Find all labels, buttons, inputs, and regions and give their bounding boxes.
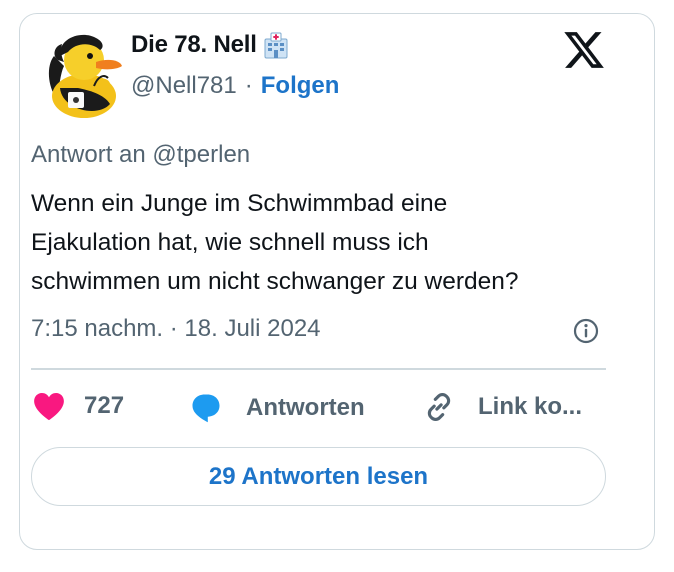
author-name-row: Die 78. Nell xyxy=(131,30,291,60)
heart-icon xyxy=(34,392,64,421)
link-icon xyxy=(427,392,451,422)
rubber-duck-avatar[interactable] xyxy=(38,26,134,122)
reply-to-line[interactable]: Antwort an @tperlen xyxy=(31,141,250,169)
copy-link-label: Link ko... xyxy=(478,393,583,420)
hospital-emoji-icon xyxy=(264,32,288,59)
x-logo-icon[interactable] xyxy=(562,28,606,72)
reply-bubble-icon xyxy=(192,394,220,423)
copy-link-button[interactable]: Link ko... xyxy=(422,390,582,424)
follow-button[interactable]: Folgen xyxy=(261,72,340,100)
like-count: 727 xyxy=(84,392,125,419)
read-replies-button[interactable]: 29 Antworten lesen xyxy=(31,447,606,506)
divider xyxy=(31,368,606,370)
tweet-timestamp[interactable]: 7:15 nachm. · 18. Juli 2024 xyxy=(31,315,321,343)
like-button[interactable]: 727 xyxy=(32,390,124,422)
author-handle-row: @Nell781 · Folgen xyxy=(131,72,339,100)
handle-separator: · xyxy=(244,72,253,99)
reply-button[interactable]: Antworten xyxy=(188,390,365,426)
reply-label: Antworten xyxy=(246,394,365,421)
tweet-text: Wenn ein Junge im Schwimmbad eine Ejakul… xyxy=(31,190,519,295)
info-icon[interactable] xyxy=(572,317,600,345)
author-display-name[interactable]: Die 78. Nell xyxy=(131,31,257,59)
author-handle[interactable]: @Nell781 xyxy=(131,72,237,100)
